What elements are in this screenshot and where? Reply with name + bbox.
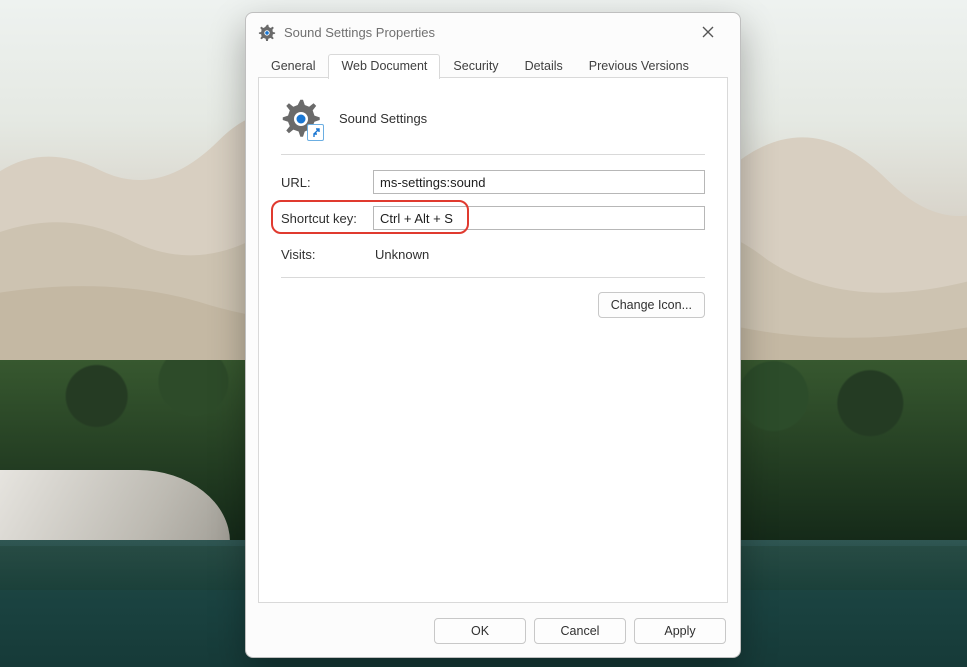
tab-previous-versions[interactable]: Previous Versions — [576, 54, 702, 78]
dialog-footer: OK Cancel Apply — [246, 611, 740, 657]
url-input[interactable] — [373, 170, 705, 194]
visits-label: Visits: — [281, 247, 373, 262]
close-button[interactable] — [686, 17, 730, 47]
visits-value: Unknown — [373, 247, 429, 262]
shortcut-large-icon — [281, 98, 321, 138]
ok-button[interactable]: OK — [434, 618, 526, 644]
shortcut-key-input[interactable] — [373, 206, 705, 230]
title-icon — [258, 23, 276, 41]
cancel-button[interactable]: Cancel — [534, 618, 626, 644]
shortcut-key-label: Shortcut key: — [281, 211, 373, 226]
tab-details[interactable]: Details — [512, 54, 576, 78]
change-icon-button[interactable]: Change Icon... — [598, 292, 705, 318]
shortcut-overlay-icon — [307, 124, 324, 141]
shortcut-name: Sound Settings — [339, 111, 427, 126]
section-divider — [281, 277, 705, 278]
titlebar[interactable]: Sound Settings Properties — [246, 13, 740, 51]
tab-strip: General Web Document Security Details Pr… — [246, 51, 740, 78]
tab-web-document[interactable]: Web Document — [328, 54, 440, 79]
properties-dialog: Sound Settings Properties General Web Do… — [245, 12, 741, 658]
window-title: Sound Settings Properties — [284, 25, 686, 40]
apply-button[interactable]: Apply — [634, 618, 726, 644]
tab-general[interactable]: General — [258, 54, 328, 78]
tab-page-web-document: Sound Settings URL: Shortcut key: Visits… — [258, 78, 728, 603]
tab-security[interactable]: Security — [440, 54, 511, 78]
url-label: URL: — [281, 175, 373, 190]
